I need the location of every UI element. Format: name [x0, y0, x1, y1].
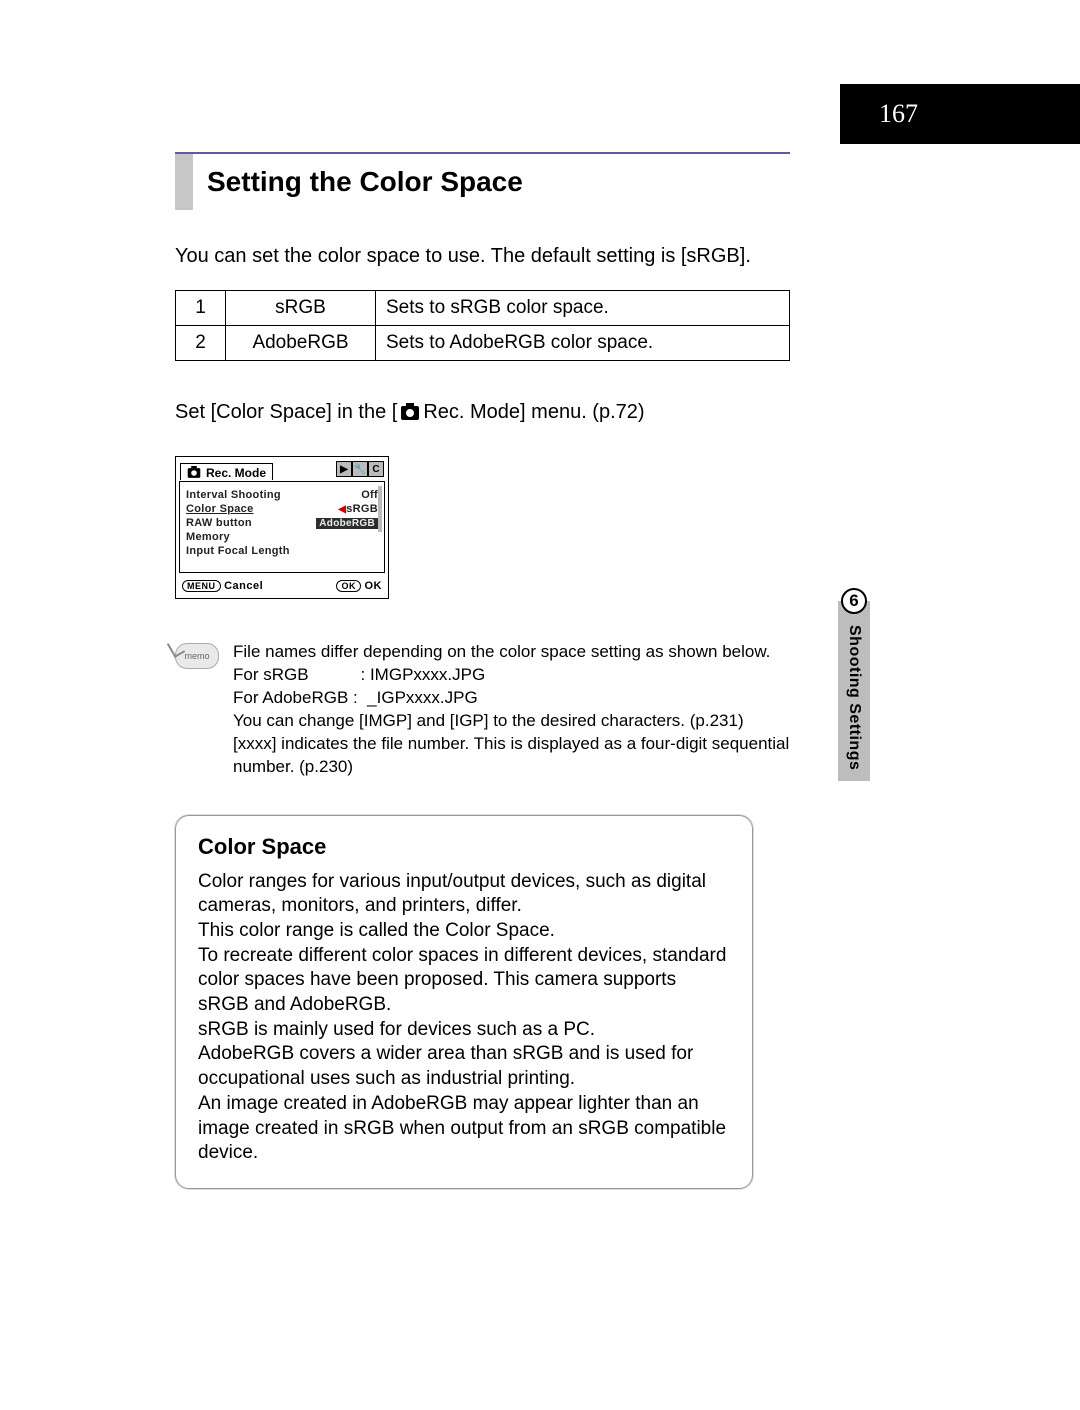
section-heading: Setting the Color Space: [175, 152, 790, 210]
memo-text: File names differ depending on the color…: [233, 641, 790, 779]
side-chapter-label: 6 Shooting Settings: [838, 588, 870, 781]
lcd-srgb-option: sRGB: [346, 503, 378, 515]
lcd-row-focallength: Input Focal Length: [186, 544, 378, 558]
camera-icon: [188, 468, 201, 478]
lcd-menu-body: Interval Shooting Off Color Space ◀sRGB …: [179, 481, 385, 573]
page-content: Setting the Color Space You can set the …: [175, 152, 790, 1189]
custom-tab-icon: C: [368, 461, 384, 477]
lcd-ok: OK OK: [336, 580, 382, 592]
lcd-row-value: AdobeRGB: [316, 517, 378, 529]
lcd-row-colorspace: Color Space ◀sRGB: [186, 502, 378, 516]
info-body: Color ranges for various input/output de…: [198, 870, 730, 1166]
memo-icon: memo: [175, 643, 219, 669]
heading-bar: [175, 154, 193, 210]
lcd-tab-label: Rec. Mode: [206, 466, 266, 480]
memo-line: For AdobeRGB : _IGPxxxx.JPG: [233, 687, 790, 710]
lcd-ok-label: OK: [365, 580, 383, 592]
chapter-number: 6: [841, 588, 867, 614]
lcd-scrollbar: [378, 486, 382, 532]
info-title: Color Space: [198, 834, 730, 860]
options-table: 1 sRGB Sets to sRGB color space. 2 Adobe…: [175, 290, 790, 361]
memo-line: [xxxx] indicates the file number. This i…: [233, 733, 790, 779]
lcd-active-tab: Rec. Mode: [180, 463, 273, 480]
lcd-row-rawbutton: RAW button AdobeRGB: [186, 516, 378, 530]
option-number: 2: [176, 326, 226, 361]
lcd-adobergb-option: AdobeRGB: [316, 518, 378, 529]
option-name: sRGB: [226, 291, 376, 326]
lcd-row-interval: Interval Shooting Off: [186, 488, 378, 502]
memo-line: File names differ depending on the color…: [233, 641, 790, 664]
playback-tab-icon: ▶: [336, 461, 352, 477]
info-box: Color Space Color ranges for various inp…: [175, 815, 753, 1189]
lcd-tabbar: Rec. Mode ▶ 🔧 C: [176, 457, 388, 481]
lcd-row-label: Memory: [186, 531, 378, 543]
set-pre: Set [Color Space] in the [: [175, 401, 397, 424]
chapter-bar: Shooting Settings: [838, 601, 870, 781]
option-desc: Sets to sRGB color space.: [376, 291, 790, 326]
memo-block: memo File names differ depending on the …: [175, 641, 790, 779]
lcd-row-memory: Memory: [186, 530, 378, 544]
lcd-other-tabs: ▶ 🔧 C: [336, 461, 384, 477]
setup-tab-icon: 🔧: [352, 461, 368, 477]
intro-text: You can set the color space to use. The …: [175, 245, 790, 268]
lcd-row-value: ◀sRGB: [338, 503, 378, 515]
lcd-footer: MENU Cancel OK OK: [176, 576, 388, 598]
option-name: AdobeRGB: [226, 326, 376, 361]
memo-line: For sRGB : IMGPxxxx.JPG: [233, 664, 790, 687]
table-row: 1 sRGB Sets to sRGB color space.: [176, 291, 790, 326]
lcd-row-label: Input Focal Length: [186, 545, 378, 557]
table-row: 2 AdobeRGB Sets to AdobeRGB color space.: [176, 326, 790, 361]
lcd-cancel-label: Cancel: [224, 580, 263, 592]
ok-button-icon: OK: [336, 580, 361, 592]
page-number-tab: 167: [840, 84, 1080, 144]
camera-icon: [401, 406, 419, 420]
option-number: 1: [176, 291, 226, 326]
set-post: Rec. Mode] menu. (p.72): [423, 401, 644, 424]
set-instruction: Set [Color Space] in the [ Rec. Mode] me…: [175, 401, 790, 424]
lcd-screenshot: Rec. Mode ▶ 🔧 C Interval Shooting Off Co…: [175, 456, 389, 599]
heading-text: Setting the Color Space: [193, 154, 523, 210]
page-number: 167: [879, 99, 918, 129]
memo-line: You can change [IMGP] and [IGP] to the d…: [233, 710, 790, 733]
option-desc: Sets to AdobeRGB color space.: [376, 326, 790, 361]
lcd-row-label: Color Space: [186, 503, 338, 515]
lcd-cancel: MENU Cancel: [182, 580, 263, 592]
chapter-title: Shooting Settings: [845, 625, 863, 770]
lcd-row-label: RAW button: [186, 517, 316, 529]
menu-button-icon: MENU: [182, 580, 221, 592]
lcd-row-value: Off: [361, 489, 378, 501]
lcd-row-label: Interval Shooting: [186, 489, 361, 501]
